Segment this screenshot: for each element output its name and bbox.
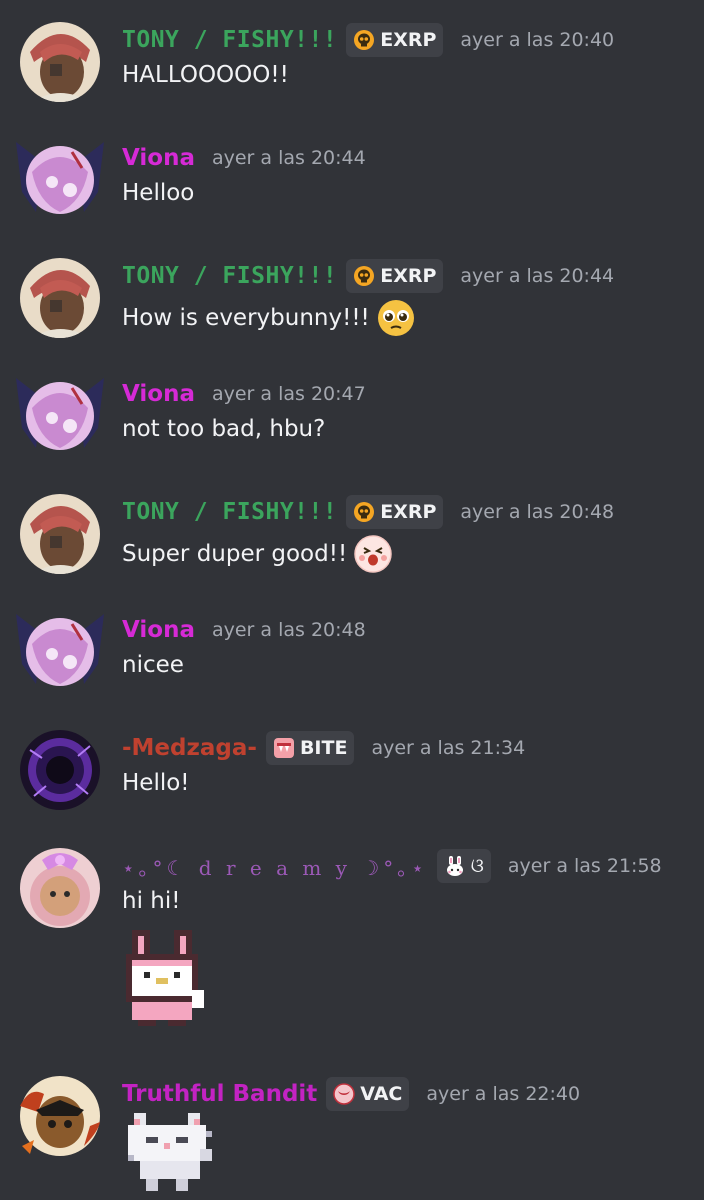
- message-content: HALLOOOOO!!: [122, 62, 289, 88]
- tag-label: EXRP: [380, 29, 437, 51]
- timestamp[interactable]: ayer a las 20:48: [460, 501, 614, 523]
- pixel-cat-sticker[interactable]: [128, 1112, 212, 1196]
- timestamp[interactable]: ayer a las 20:40: [460, 29, 614, 51]
- username[interactable]: ⋆｡°☾ d r e a m y ☽°｡⋆: [122, 852, 428, 881]
- tag-label: EXRP: [380, 265, 437, 287]
- message-text: Super duper good!!: [122, 534, 393, 574]
- pixel-bunny-sticker[interactable]: [120, 930, 210, 1030]
- skull-icon: [353, 265, 375, 287]
- username[interactable]: TONY / FISHY!!!: [122, 499, 337, 525]
- server-tag[interactable]: EXRP: [346, 23, 444, 57]
- tag-label: VAC: [360, 1083, 403, 1105]
- username[interactable]: Viona: [122, 617, 195, 643]
- message-content: Super duper good!!: [122, 541, 348, 567]
- avatar[interactable]: [12, 132, 108, 228]
- message-content: How is everybunny!!!: [122, 305, 370, 331]
- timestamp[interactable]: ayer a las 20:44: [460, 265, 614, 287]
- username[interactable]: -Medzaga-: [122, 735, 257, 761]
- message-text: Hello!: [122, 770, 190, 796]
- message-content: nicee: [122, 652, 184, 678]
- server-tag[interactable]: EXRP: [346, 259, 444, 293]
- pleading-face-emoji[interactable]: [376, 298, 416, 338]
- skull-icon: [353, 29, 375, 51]
- server-tag[interactable]: EXRP: [346, 495, 444, 529]
- tag-label: ଓ: [470, 855, 484, 877]
- timestamp[interactable]: ayer a las 21:34: [371, 737, 525, 759]
- timestamp[interactable]: ayer a las 21:58: [508, 855, 662, 877]
- server-tag[interactable]: BITE: [265, 731, 355, 765]
- moon-icon: [333, 1083, 356, 1105]
- avatar[interactable]: [20, 848, 100, 928]
- avatar[interactable]: [20, 730, 100, 810]
- fang-icon: [273, 737, 295, 759]
- username[interactable]: Truthful Bandit: [122, 1081, 317, 1107]
- message-text: not too bad, hbu?: [122, 416, 325, 442]
- avatar[interactable]: [20, 22, 100, 102]
- message-content: Hello!: [122, 770, 190, 796]
- timestamp[interactable]: ayer a las 20:44: [212, 147, 366, 169]
- message-content: hi hi!: [122, 888, 181, 914]
- message-text: HALLOOOOO!!: [122, 62, 289, 88]
- avatar[interactable]: [12, 604, 108, 700]
- message-text: How is everybunny!!!: [122, 298, 416, 338]
- avatar[interactable]: [20, 258, 100, 338]
- message-text: Helloo: [122, 180, 194, 206]
- skull-icon: [353, 501, 375, 523]
- message-content: not too bad, hbu?: [122, 416, 326, 442]
- timestamp[interactable]: ayer a las 20:48: [212, 619, 366, 641]
- message-text: nicee: [122, 652, 184, 678]
- username[interactable]: Viona: [122, 145, 195, 171]
- tag-label: BITE: [299, 737, 348, 759]
- username[interactable]: TONY / FISHY!!!: [122, 263, 337, 289]
- timestamp[interactable]: ayer a las 22:40: [426, 1083, 580, 1105]
- avatar[interactable]: [12, 368, 108, 464]
- server-tag[interactable]: VAC: [326, 1077, 410, 1111]
- avatar[interactable]: [20, 494, 100, 574]
- server-tag[interactable]: ଓ: [436, 849, 491, 883]
- timestamp[interactable]: ayer a las 20:47: [212, 383, 366, 405]
- excited-face-emoji[interactable]: [353, 534, 393, 574]
- message-content: Helloo: [122, 180, 195, 206]
- avatar[interactable]: [20, 1076, 100, 1156]
- bunny-icon: [444, 855, 466, 877]
- username[interactable]: Viona: [122, 381, 195, 407]
- message-text: hi hi!: [122, 888, 180, 914]
- tag-label: EXRP: [380, 501, 437, 523]
- username[interactable]: TONY / FISHY!!!: [122, 27, 337, 53]
